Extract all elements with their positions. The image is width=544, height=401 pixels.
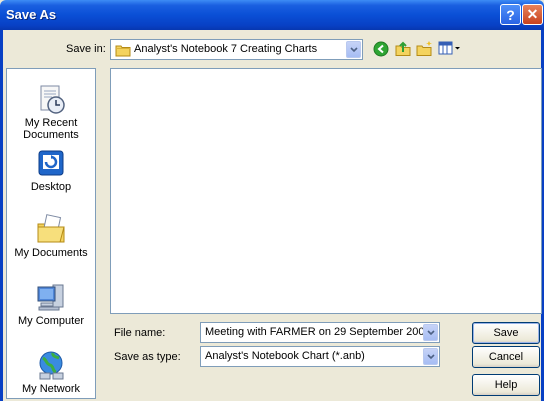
save-as-type-combo[interactable]: Analyst's Notebook Chart (*.anb) bbox=[200, 346, 440, 367]
file-list[interactable] bbox=[110, 68, 542, 314]
recent-documents-icon bbox=[35, 83, 67, 115]
save-as-type-label: Save as type: bbox=[114, 351, 181, 363]
my-computer-icon bbox=[35, 281, 67, 313]
my-documents-icon bbox=[35, 213, 67, 245]
desktop-icon bbox=[35, 147, 67, 179]
cancel-button[interactable]: Cancel bbox=[472, 346, 540, 368]
back-icon[interactable] bbox=[373, 41, 389, 60]
save-in-label: Save in: bbox=[66, 43, 106, 55]
help-icon: ? bbox=[506, 6, 515, 23]
chevron-down-icon[interactable] bbox=[423, 324, 438, 341]
new-folder-icon[interactable] bbox=[416, 40, 434, 60]
folder-icon bbox=[115, 43, 131, 59]
up-folder-icon[interactable] bbox=[394, 40, 412, 60]
help-title-button[interactable]: ? bbox=[500, 4, 521, 25]
my-network-icon bbox=[35, 349, 67, 381]
save-in-combo[interactable]: Analyst's Notebook 7 Creating Charts bbox=[110, 39, 363, 60]
place-my-documents[interactable]: My Documents bbox=[7, 213, 95, 259]
file-name-label: File name: bbox=[114, 327, 166, 339]
place-label: My Recent Documents bbox=[23, 117, 79, 141]
save-button[interactable]: Save bbox=[472, 322, 540, 344]
place-desktop[interactable]: Desktop bbox=[7, 147, 95, 193]
window-frame-left bbox=[0, 30, 3, 401]
place-label: My Network bbox=[21, 383, 81, 395]
views-menu-icon[interactable] bbox=[438, 40, 462, 59]
file-name-combo[interactable]: Meeting with FARMER on 29 September 2006 bbox=[200, 322, 440, 343]
place-label: My Documents bbox=[14, 247, 88, 259]
save-in-value: Analyst's Notebook 7 Creating Charts bbox=[134, 43, 318, 55]
places-bar: My Recent Documents Desktop My Documents… bbox=[6, 68, 96, 399]
chevron-down-icon[interactable] bbox=[346, 41, 361, 58]
place-label: My Computer bbox=[17, 315, 85, 327]
place-label: Desktop bbox=[30, 181, 72, 193]
window-title: Save As bbox=[6, 7, 57, 22]
place-my-computer[interactable]: My Computer bbox=[7, 281, 95, 327]
help-button[interactable]: Help bbox=[472, 374, 540, 396]
chevron-down-icon[interactable] bbox=[423, 348, 438, 365]
close-icon: ✕ bbox=[526, 6, 539, 22]
place-my-recent-documents[interactable]: My Recent Documents bbox=[7, 83, 95, 141]
close-button[interactable]: ✕ bbox=[522, 4, 543, 25]
title-bar[interactable] bbox=[0, 0, 544, 30]
file-name-value[interactable]: Meeting with FARMER on 29 September 2006 bbox=[205, 326, 431, 338]
save-as-type-value: Analyst's Notebook Chart (*.anb) bbox=[205, 350, 365, 362]
place-my-network[interactable]: My Network bbox=[7, 349, 95, 395]
